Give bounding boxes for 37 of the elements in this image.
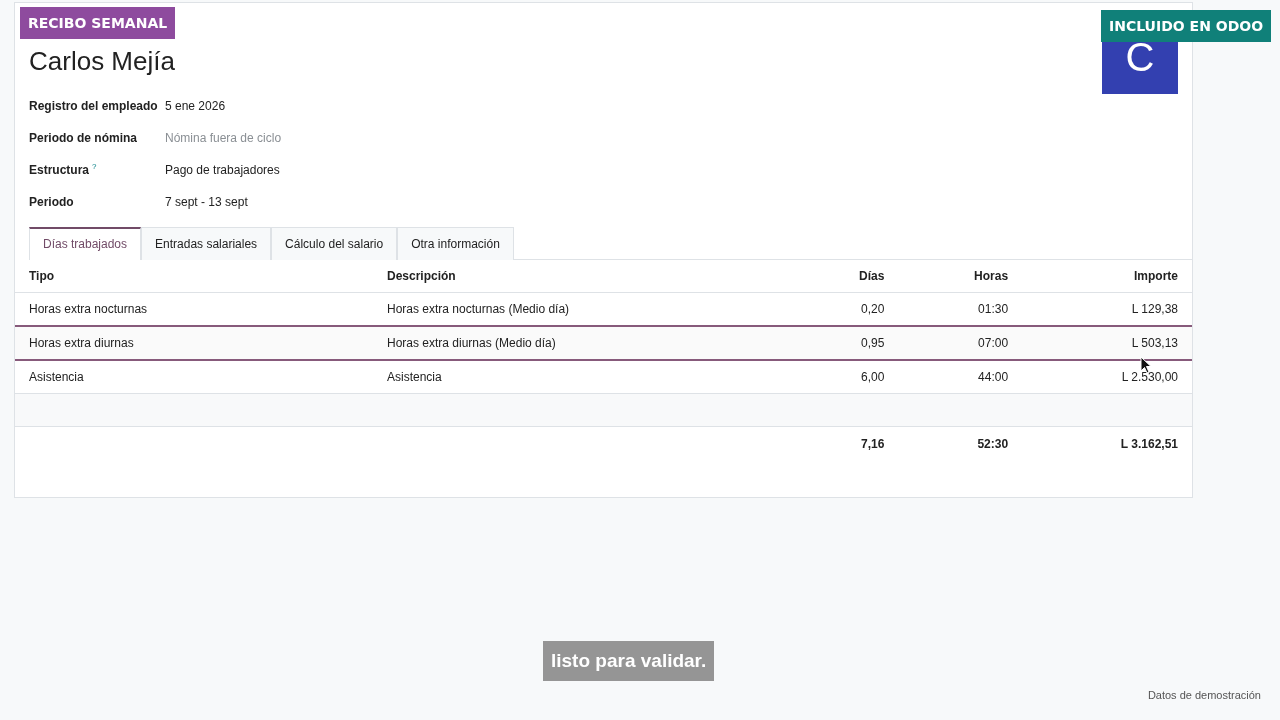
field-value[interactable]: 7 sept - 13 sept xyxy=(165,193,1178,211)
column-header: Descripción xyxy=(373,260,792,293)
field-label: Registro del empleado xyxy=(29,99,158,113)
employee-name: Carlos Mejía xyxy=(29,46,175,78)
table-cell: Horas extra diurnas xyxy=(15,326,373,360)
help-icon[interactable]: ? xyxy=(92,162,97,171)
section-badge: RECIBO SEMANAL xyxy=(20,7,176,39)
tab[interactable]: Otra información xyxy=(397,227,514,260)
demo-note: Datos de demostración xyxy=(1147,689,1261,701)
table-cell: 44:00 xyxy=(898,360,1023,394)
total-cell: 7,16 xyxy=(792,426,899,461)
field-label: Periodo xyxy=(29,195,74,209)
table-cell: 0,95 xyxy=(792,326,899,360)
cursor-icon xyxy=(1140,356,1152,374)
column-header: Tipo xyxy=(15,260,373,293)
table-cell: 07:00 xyxy=(898,326,1023,360)
table-row[interactable]: Asistencia Asistencia 6,00 44:00 L 2.530,00 xyxy=(15,360,1192,394)
field-label: Periodo de nómina xyxy=(29,131,137,145)
tab[interactable]: Cálculo del salario xyxy=(271,227,398,260)
tab[interactable]: Días trabajados xyxy=(29,227,142,260)
table-cell: Horas extra diurnas (Medio día) xyxy=(373,326,792,360)
total-cell: L 3.162,51 xyxy=(1022,426,1192,461)
table-cell: 6,00 xyxy=(792,360,899,394)
table-row[interactable]: Horas extra diurnas Horas extra diurnas (Medio día) 0,95 07:00 L 503,13 xyxy=(15,326,1192,360)
subtitle-caption: listo para validar. xyxy=(543,641,715,681)
table-cell: L 503,13 xyxy=(1022,326,1192,360)
table-cell: Asistencia xyxy=(373,360,792,394)
field-value[interactable]: 5 ene 2026 xyxy=(165,97,1178,115)
column-header: Días xyxy=(792,260,899,293)
field-value[interactable]: Pago de trabajadores xyxy=(165,161,1178,179)
table-cell: Asistencia xyxy=(15,360,373,394)
tab[interactable]: Entradas salariales xyxy=(141,227,272,260)
field-label: Estructura xyxy=(29,163,90,177)
total-cell: 52:30 xyxy=(898,426,1023,461)
section-badge: INCLUIDO EN ODOO xyxy=(1101,10,1272,42)
column-header: Importe xyxy=(1022,260,1192,293)
column-header: Horas xyxy=(898,260,1023,293)
